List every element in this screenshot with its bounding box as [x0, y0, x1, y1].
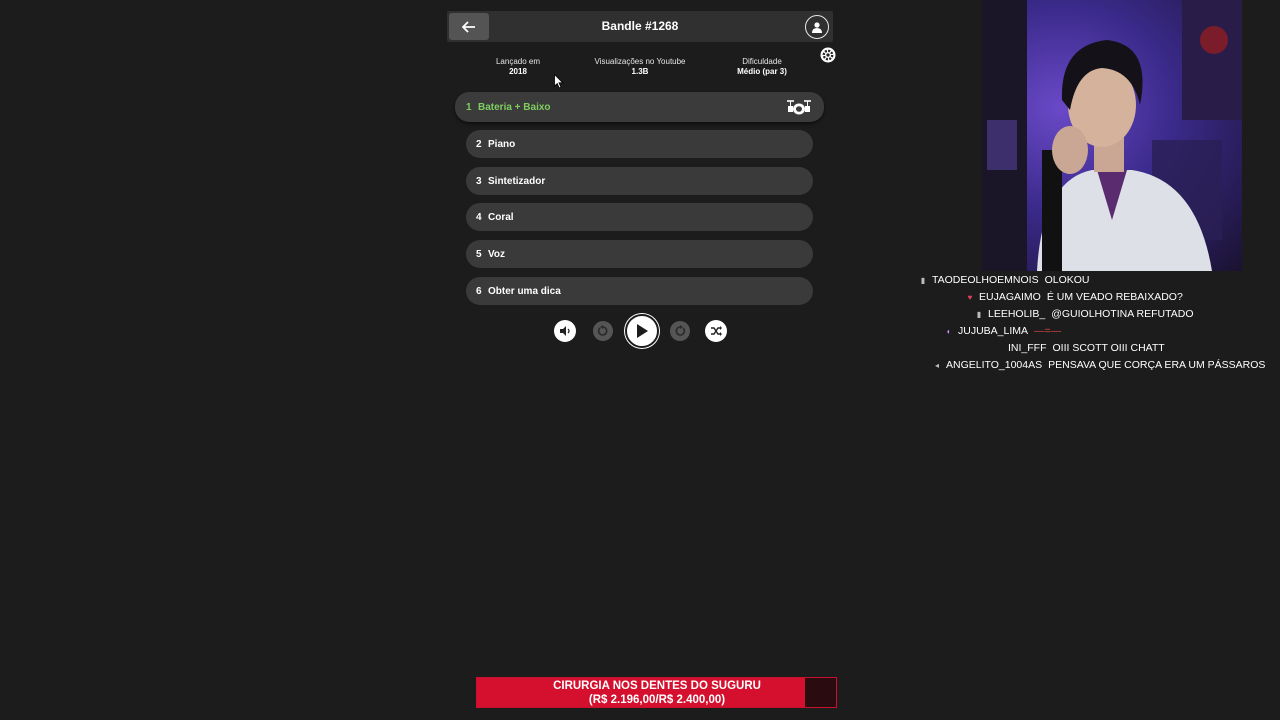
- difficulty-stat: Dificuldade Médio (par 3): [723, 57, 801, 77]
- chat-username: EUJAGAIMO: [979, 291, 1041, 303]
- track-item[interactable]: 1 Bateria + Baixo: [455, 92, 824, 122]
- track-number: 4: [476, 211, 482, 223]
- heart-badge-icon: ♥: [967, 293, 973, 302]
- chat-message: ♥ EUJAGAIMO É UM VEADO REBAIXADO?: [965, 289, 1183, 306]
- play-button[interactable]: [625, 314, 659, 348]
- game-header: Bandle #1268: [447, 11, 836, 63]
- release-stat: Lançado em 2018: [483, 57, 553, 77]
- player-controls: [447, 313, 833, 348]
- chat-username: INI_FFF: [1008, 342, 1047, 354]
- chat-badge-icon: ◐: [946, 327, 952, 336]
- difficulty-label: Dificuldade: [742, 57, 782, 66]
- rewind-icon: [597, 325, 608, 336]
- chat-message: ◐ JUJUBA_LIMA —=—: [944, 323, 1062, 340]
- shuffle-icon: [711, 326, 722, 336]
- user-icon: [812, 22, 822, 33]
- track-number: 2: [476, 138, 482, 150]
- release-label: Lançado em: [495, 57, 541, 66]
- mouse-cursor-icon: [554, 74, 564, 89]
- chat-badge-icon: ▮: [976, 310, 982, 319]
- rewind-button[interactable]: [593, 321, 613, 341]
- chat-badge-icon: ▮: [920, 276, 926, 285]
- track-item[interactable]: 2 Piano: [466, 130, 813, 158]
- track-number: 1: [466, 101, 472, 113]
- track-label: Sintetizador: [488, 175, 546, 187]
- hint-button[interactable]: 6 Obter uma dica: [466, 277, 813, 305]
- drum-kit-icon: [787, 100, 811, 115]
- chat-username: TAODEOLHOEMNOIS: [932, 274, 1039, 286]
- chat-username: ANGELITO_1004AS: [946, 359, 1043, 371]
- streamer-webcam-image: [982, 0, 1242, 271]
- webcam-overlay: [982, 0, 1242, 271]
- chat-text: —=—: [1034, 325, 1062, 337]
- chat-username: JUJUBA_LIMA: [958, 325, 1029, 337]
- track-number: 6: [476, 285, 482, 297]
- views-label: Visualizações no Youtube: [594, 57, 686, 66]
- song-stats: Lançado em 2018 Visualizações no Youtube…: [447, 55, 833, 85]
- difficulty-value: Médio (par 3): [737, 67, 787, 76]
- volume-button[interactable]: [554, 320, 576, 342]
- track-label: Piano: [488, 138, 516, 150]
- forward-icon: [675, 325, 686, 336]
- chat-text: OLOKOU: [1044, 274, 1090, 286]
- goal-amount: (R$ 2.196,00/R$ 2.400,00): [588, 694, 726, 706]
- views-stat: Visualizações no Youtube 1.3B: [585, 57, 695, 77]
- profile-button[interactable]: [805, 15, 829, 39]
- chat-username: LEEHOLIB_: [988, 308, 1046, 320]
- chat-message: ◂ ANGELITO_1004AS PENSAVA QUE CORÇA ERA UM…: [932, 357, 1265, 374]
- track-label: Obter uma dica: [488, 285, 561, 297]
- track-label: Coral: [488, 211, 514, 223]
- chat-message: ▮ TAODEOLHOEMNOIS OLOKOU: [918, 272, 1090, 289]
- forward-button[interactable]: [670, 321, 690, 341]
- donation-goal-bar: CIRURGIA NOS DENTES DO SUGURU (R$ 2.196,…: [476, 677, 837, 708]
- track-number: 5: [476, 248, 482, 260]
- track-number: 3: [476, 175, 482, 187]
- chat-text: PENSAVA QUE CORÇA ERA UM PÁSSAROS: [1048, 359, 1266, 371]
- goal-title: CIRURGIA NOS DENTES DO SUGURU: [553, 680, 761, 692]
- release-value: 2018: [509, 67, 527, 76]
- play-icon: [637, 324, 648, 338]
- chat-text: OIII SCOTT OIII CHATT: [1052, 342, 1165, 354]
- bandle-game-panel: Bandle #1268 Lançado em 2018 Visualizaçõ…: [447, 11, 836, 351]
- views-value: 1.3B: [631, 67, 649, 76]
- chat-message: INI_FFF OIII SCOTT OIII CHATT: [1008, 340, 1165, 357]
- track-item[interactable]: 3 Sintetizador: [466, 167, 813, 195]
- page-title: Bandle #1268: [601, 19, 679, 33]
- chat-text: @GUIOLHOTINA REFUTADO: [1051, 308, 1194, 320]
- goal-text: CIRURGIA NOS DENTES DO SUGURU (R$ 2.196,…: [477, 679, 837, 707]
- shuffle-button[interactable]: [705, 320, 727, 342]
- volume-icon: [560, 326, 570, 336]
- track-label: Bateria + Baixo: [478, 101, 551, 113]
- track-label: Voz: [488, 248, 506, 260]
- track-item[interactable]: 5 Voz: [466, 240, 813, 268]
- chat-message: ▮ LEEHOLIB_ @GUIOLHOTINA REFUTADO: [974, 306, 1194, 323]
- chat-text: É UM VEADO REBAIXADO?: [1046, 291, 1183, 303]
- track-item[interactable]: 4 Coral: [466, 203, 813, 231]
- chat-badge-icon: ◂: [934, 361, 939, 370]
